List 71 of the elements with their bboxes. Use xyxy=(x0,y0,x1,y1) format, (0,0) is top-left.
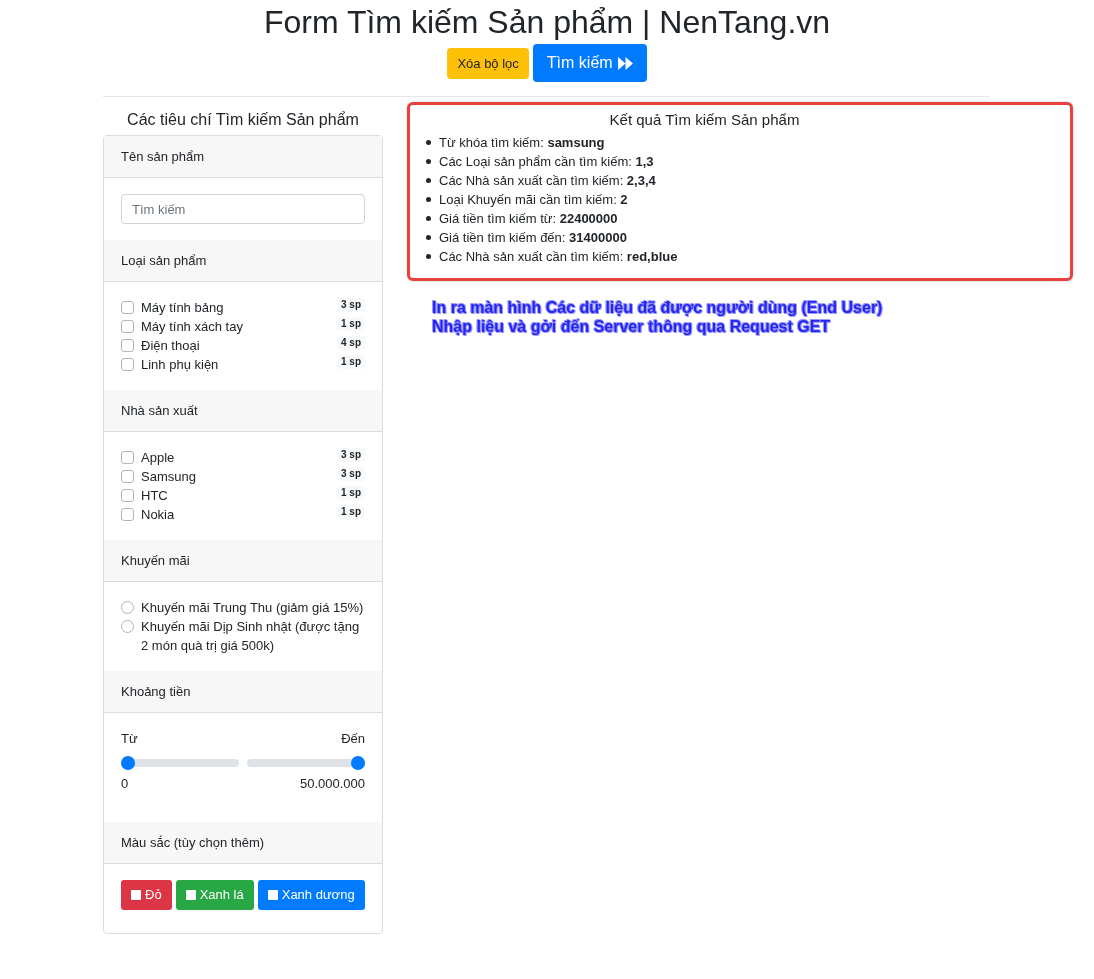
bullet-icon xyxy=(426,216,431,221)
max-price-value: 50.000.000 xyxy=(299,775,365,793)
checkbox-label: Apple xyxy=(141,449,176,467)
item-count: 3 sp xyxy=(337,448,365,462)
search-field[interactable]: Tìm kiếm xyxy=(121,194,365,224)
item-count: 1 sp xyxy=(337,355,365,369)
result-text: Các Nhà sản xuất cần tìm kiếm: 2,3,4 xyxy=(439,172,656,190)
checkbox[interactable] xyxy=(121,451,134,464)
bullet-icon xyxy=(426,235,431,240)
checkbox[interactable] xyxy=(121,301,134,314)
radio-button[interactable] xyxy=(121,620,134,633)
annotation-text: In ra màn hình Các dữ liệu đã được người dùng (End User) xyxy=(432,298,884,317)
checkbox-label: Linh phụ kiện xyxy=(141,356,220,374)
range-from-label: Từ xyxy=(121,730,138,748)
slider-track[interactable] xyxy=(247,756,365,770)
item-count: 3 sp xyxy=(337,467,365,481)
checkbox-label: Máy tính xách tay xyxy=(141,318,244,336)
slider-thumb[interactable] xyxy=(351,756,365,770)
slider-thumb[interactable] xyxy=(121,756,135,770)
min-price-value: 0 xyxy=(121,775,129,793)
checkbox[interactable] xyxy=(121,489,134,502)
range-to-label: Đến xyxy=(341,730,365,748)
checkbox[interactable] xyxy=(131,890,141,900)
result-text: Loại Khuyến mãi cần tìm kiếm: 2 xyxy=(439,191,628,209)
item-count: 1 sp xyxy=(337,505,365,519)
result-text: Các Nhà sản xuất cần tìm kiếm: red,blue xyxy=(439,248,678,266)
checkbox[interactable] xyxy=(121,358,134,371)
checkbox[interactable] xyxy=(121,339,134,352)
checkbox[interactable] xyxy=(121,320,134,333)
checkbox[interactable] xyxy=(121,470,134,483)
item-count: 3 sp xyxy=(337,298,365,312)
checkbox[interactable] xyxy=(121,508,134,521)
clear-filter-button[interactable]: Xóa bộ lọc xyxy=(447,47,529,79)
radio-label: Khuyến mãi Trung Thu (giảm giá 15%) xyxy=(141,599,365,617)
section-header: Nhà sản xuất xyxy=(104,390,382,432)
annotation-text: Nhập liệu và gởi đến Server thông qua Request GET xyxy=(432,317,832,336)
checkbox-label: Điện thoại xyxy=(141,337,201,355)
section-header: Màu sắc (tùy chọn thêm) xyxy=(104,822,382,864)
radio-label: Khuyến mãi Dịp Sinh nhật (được tặng 2 món quà trị giá 500k) xyxy=(141,618,361,655)
color-toggle-button[interactable]: Xanh dương xyxy=(257,880,365,910)
color-toggle-button[interactable]: Xanh lá xyxy=(175,880,254,910)
filters-heading: Các tiêu chí Tìm kiếm Sản phẩm xyxy=(126,110,360,130)
checkbox-label: Samsung xyxy=(141,468,197,486)
bullet-icon xyxy=(426,159,431,164)
search-button[interactable]: Tìm kiếm xyxy=(532,44,647,82)
slider-track[interactable] xyxy=(121,756,239,770)
item-count: 1 sp xyxy=(337,317,365,331)
fast-forward-icon xyxy=(617,56,633,70)
section-header: Loại sản phẩm xyxy=(104,240,382,282)
color-toggle-button[interactable]: Đỏ xyxy=(121,880,172,910)
checkbox-label: HTC xyxy=(141,487,169,505)
section-header: Khuyến mãi xyxy=(104,540,382,582)
bullet-icon xyxy=(426,197,431,202)
bullet-icon xyxy=(426,178,431,183)
checkbox-label: Nokia xyxy=(141,506,176,524)
result-text: Giá tiền tìm kiếm đến: 31400000 xyxy=(439,229,627,247)
result-text: Giá tiền tìm kiếm từ: 22400000 xyxy=(439,210,618,228)
results-title: Kết quả Tìm kiếm Sản phẩm xyxy=(608,110,801,130)
section-header: Tên sản phẩm xyxy=(104,136,382,178)
item-count: 4 sp xyxy=(337,336,365,350)
bullet-icon xyxy=(426,254,431,259)
checkbox-label: Máy tính bảng xyxy=(141,299,225,317)
bullet-icon xyxy=(426,140,431,145)
checkbox[interactable] xyxy=(267,890,278,900)
result-text: Từ khóa tìm kiếm: samsung xyxy=(439,134,605,152)
page-title: Form Tìm kiếm Sản phẩm | NenTang.vn xyxy=(262,3,832,42)
result-text: Các Loại sản phẩm cần tìm kiếm: 1,3 xyxy=(439,153,654,171)
radio-button[interactable] xyxy=(121,601,134,614)
checkbox[interactable] xyxy=(185,890,196,900)
item-count: 1 sp xyxy=(337,486,365,500)
section-header: Khoảng tiền xyxy=(104,671,382,713)
